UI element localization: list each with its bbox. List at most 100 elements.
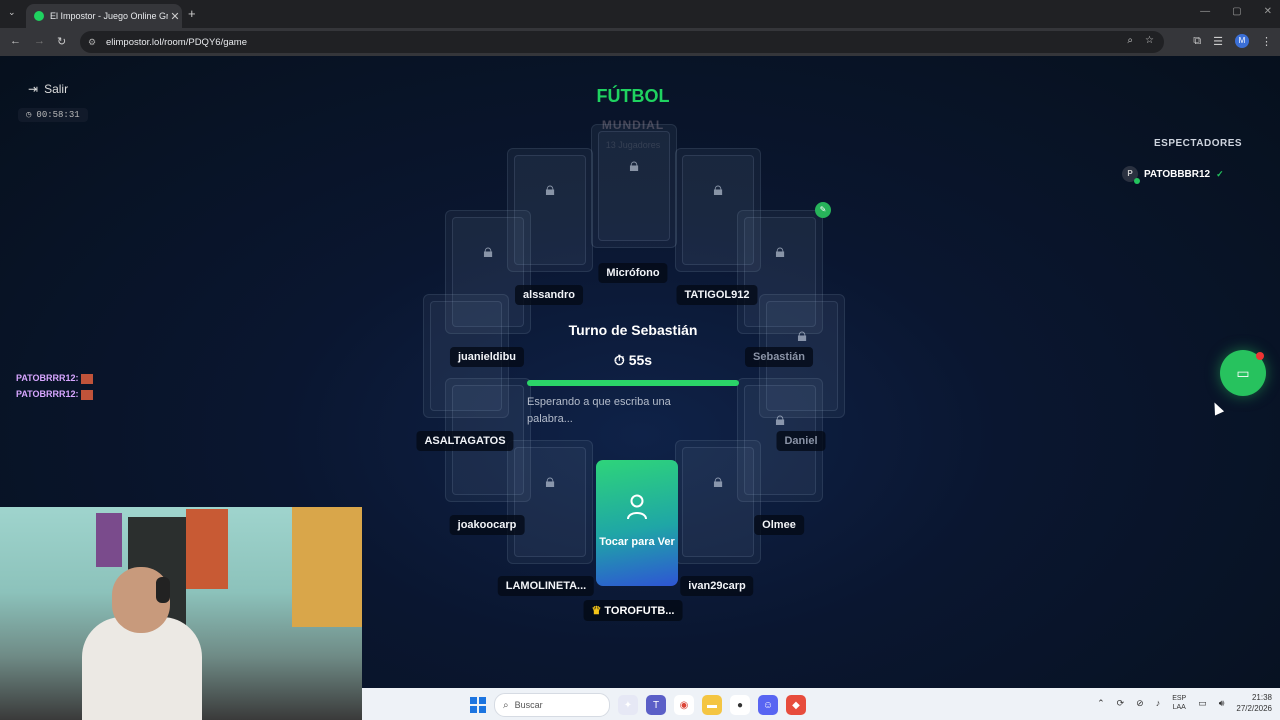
spectators-title: ESPECTADORES xyxy=(1154,138,1243,149)
search-icon: ⌕ xyxy=(503,699,509,711)
language-indicator[interactable]: ESP LAA xyxy=(1172,694,1186,712)
new-tab-button[interactable]: + xyxy=(188,6,196,21)
browser-toolbar: ← → ↻ ⚙ elimpostor.lol/room/PDQY6/game ⌕… xyxy=(0,28,1280,56)
browser-tab-strip: ⌄ El Impostor - Juego Online Gra ✕ + — ▢… xyxy=(0,0,1280,28)
player-name: LAMOLINETA... xyxy=(497,576,595,596)
forward-icon[interactable]: → xyxy=(34,35,45,47)
url-text: elimpostor.lol/room/PDQY6/game xyxy=(106,36,247,48)
host-name: TOROFUTB... xyxy=(604,605,675,617)
webcam-overlay xyxy=(0,507,362,720)
tray-chevron-icon[interactable]: ⌃ xyxy=(1097,698,1105,709)
player-name: ASALTAGATOS xyxy=(416,431,514,451)
session-timer: ◷ 00:58:31 xyxy=(18,108,88,122)
turn-progress-bar xyxy=(527,380,739,386)
taskbar-clock[interactable]: 21:38 27/2/2026 xyxy=(1236,692,1272,714)
clock-icon: ◷ xyxy=(26,110,32,120)
zoom-icon[interactable]: ⌕ xyxy=(1127,35,1133,46)
windows-start-icon[interactable] xyxy=(470,697,486,713)
tab-title: El Impostor - Juego Online Gra xyxy=(50,11,168,21)
lock-icon: 🔒︎ xyxy=(629,155,639,175)
minimize-icon[interactable]: — xyxy=(1200,6,1210,17)
chat-bubble-icon: ▭ xyxy=(1236,364,1250,381)
player-name: Sebastián xyxy=(745,347,813,367)
player-name: joakoocarp xyxy=(449,515,525,535)
browser-tab[interactable]: El Impostor - Juego Online Gra ✕ xyxy=(26,4,182,28)
player-name: TATIGOL912 xyxy=(676,285,758,305)
notification-dot xyxy=(1256,352,1264,360)
tray-app-icon[interactable]: ⟳ xyxy=(1117,698,1125,709)
clock-date: 27/2/2026 xyxy=(1236,704,1272,713)
lock-icon: 🔒︎ xyxy=(545,179,555,199)
mouse-cursor xyxy=(1209,400,1225,416)
sound-icon[interactable]: 🔊︎ xyxy=(1219,698,1225,709)
site-info-icon[interactable]: ⚙ xyxy=(88,37,102,48)
lock-icon: 🔒︎ xyxy=(797,325,807,345)
player-card[interactable]: 🔒︎ xyxy=(507,440,593,564)
extensions-icon[interactable]: ⧉ xyxy=(1193,35,1201,48)
taskbar-search[interactable]: ⌕ Buscar xyxy=(494,693,610,717)
tray-network-icon[interactable]: ⊘ xyxy=(1136,698,1144,709)
clock-time: 21:38 xyxy=(1251,693,1272,702)
tab-close-icon[interactable]: ✕ xyxy=(168,10,182,23)
player-name: Micrófono xyxy=(598,263,668,283)
logout-icon: ⇥ xyxy=(28,82,39,96)
menu-dots-icon[interactable]: ⋮ xyxy=(1261,35,1272,48)
chrome-icon[interactable]: ◉ xyxy=(674,695,694,715)
reload-icon[interactable]: ↻ xyxy=(57,35,66,48)
exit-button[interactable]: ⇥ Salir xyxy=(28,82,68,96)
host-label: ♛ TOROFUTB... xyxy=(583,600,683,621)
lang-2: LAA xyxy=(1172,704,1186,711)
writing-pencil-icon: ✎ xyxy=(815,202,831,218)
file-explorer-icon[interactable]: ▬ xyxy=(702,695,722,715)
player-name: Olmee xyxy=(754,515,804,535)
address-bar[interactable]: ⚙ elimpostor.lol/room/PDQY6/game ⌕ ☆ xyxy=(80,31,1164,53)
teams-icon[interactable]: T xyxy=(646,695,666,715)
window-close-icon[interactable]: ✕ xyxy=(1264,6,1272,17)
maximize-icon[interactable]: ▢ xyxy=(1232,6,1241,17)
tab-list-chevron-icon[interactable]: ⌄ xyxy=(8,7,16,18)
spectator-item: P PATOBBBR12 ✓ xyxy=(1122,166,1224,184)
monitor-icon[interactable]: ▭ xyxy=(1198,698,1207,709)
app-red-icon[interactable]: ◆ xyxy=(786,695,806,715)
player-name: alssandro xyxy=(515,285,583,305)
verified-icon: ✓ xyxy=(1216,168,1224,179)
chat-user: PATOBRRR12: xyxy=(16,389,79,399)
widgets-icon[interactable]: ✦ xyxy=(618,695,638,715)
crown-icon: ♛ xyxy=(591,605,602,617)
player-name: Daniel xyxy=(776,431,826,451)
chat-log: PATOBRRR12: PATOBRRR12: xyxy=(16,370,93,402)
category-title: FÚTBOL xyxy=(596,86,670,106)
player-name: ivan29carp xyxy=(680,576,754,596)
search-placeholder: Buscar xyxy=(514,700,543,710)
lock-icon: 🔒︎ xyxy=(713,179,723,199)
lock-icon: 🔒︎ xyxy=(775,241,785,261)
timer-value: 00:58:31 xyxy=(36,110,80,120)
lock-icon: 🔒︎ xyxy=(713,471,723,491)
media-controls-icon[interactable]: ☰ xyxy=(1213,35,1223,48)
my-card-text: Tocar para Ver xyxy=(599,536,675,548)
turn-panel: Turno de Sebastián ⏱︎ 55s Esperando a qu… xyxy=(520,318,746,438)
my-role-card[interactable]: Tocar para Ver xyxy=(596,460,678,586)
stopwatch-icon: ⏱︎ xyxy=(613,352,629,368)
spectator-avatar: P xyxy=(1122,166,1140,184)
os-taskbar: ⌕ Buscar ✦ T ◉ ▬ ● ☺ ◆ ⌃ ⟳ ⊘ ♪ ESP LAA ▭… xyxy=(362,688,1280,720)
profile-avatar[interactable]: M xyxy=(1235,34,1249,48)
bookmark-star-icon[interactable]: ☆ xyxy=(1145,35,1154,46)
countdown: ⏱︎ 55s xyxy=(520,352,746,369)
emote-icon xyxy=(80,389,93,400)
countdown-value: 55s xyxy=(628,352,653,368)
emote-icon xyxy=(80,373,93,384)
discord-icon[interactable]: ☺ xyxy=(758,695,778,715)
lock-icon: 🔒︎ xyxy=(545,471,555,491)
player-card[interactable]: 🔒︎ xyxy=(591,124,677,248)
tray-mic-icon[interactable]: ♪ xyxy=(1156,698,1161,708)
player-card[interactable]: 🔒︎ xyxy=(675,440,761,564)
spectator-name: PATOBBBR12 xyxy=(1144,168,1211,180)
chat-button[interactable]: ▭ xyxy=(1220,350,1266,396)
turn-text: Turno de Sebastián xyxy=(568,322,698,338)
obs-icon[interactable]: ● xyxy=(730,695,750,715)
player-name: juanieldibu xyxy=(449,347,525,367)
lock-icon: 🔒︎ xyxy=(775,409,785,429)
back-icon[interactable]: ← xyxy=(10,35,21,47)
site-favicon-icon xyxy=(34,11,44,21)
